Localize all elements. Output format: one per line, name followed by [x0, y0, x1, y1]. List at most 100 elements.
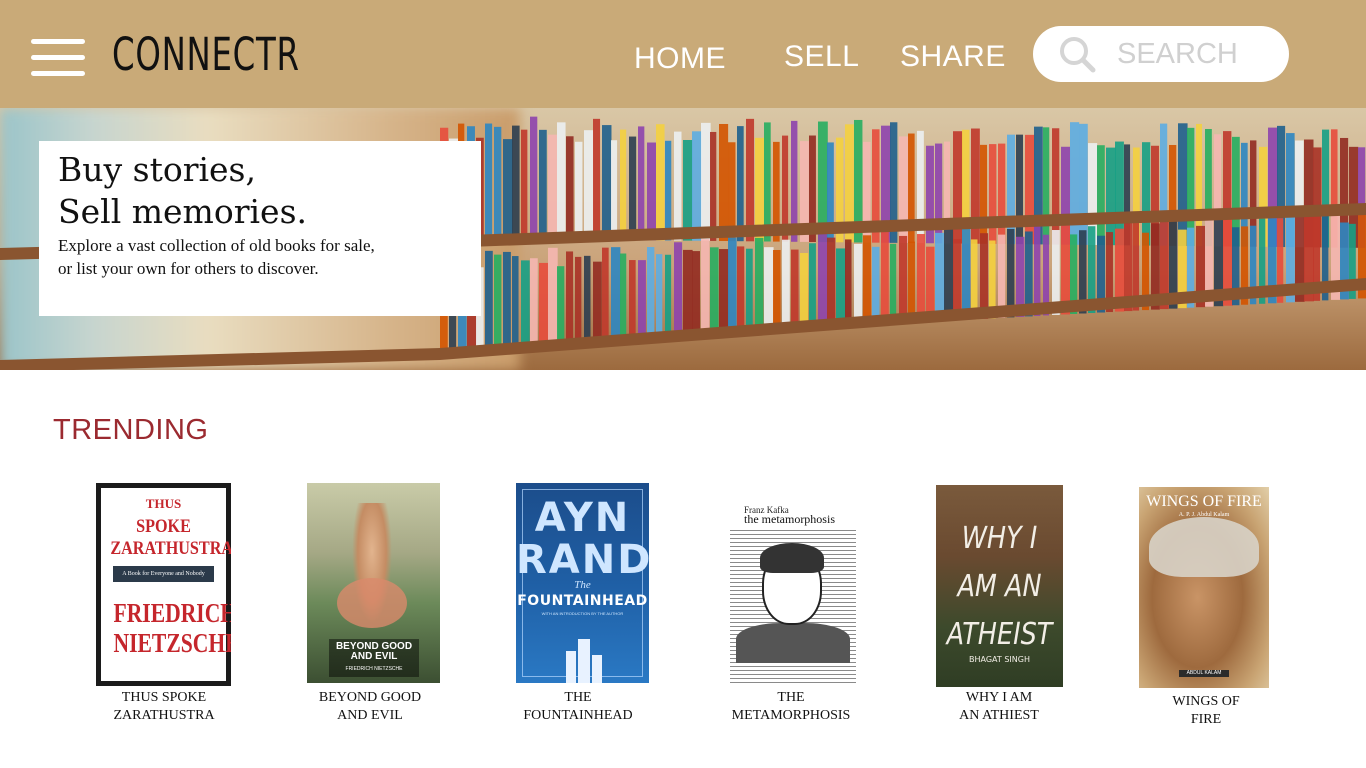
shelf-book — [620, 129, 627, 240]
book-cover-wings-of-fire[interactable]: WINGS OF FIRE A. P. J. Abdul Kalam ABDUL… — [1139, 487, 1269, 688]
search-box[interactable] — [1033, 26, 1289, 82]
shelf-book — [674, 131, 682, 241]
shelf-book — [764, 122, 771, 242]
shelf-book — [1034, 226, 1041, 316]
book-cover-beyond-good-and-evil[interactable]: BEYOND GOOD AND EVIL FRIEDRICH NIETZSCHE — [307, 483, 440, 683]
shelf-book — [1070, 122, 1080, 245]
shelf-book — [665, 140, 672, 241]
shelf-book — [503, 139, 513, 239]
book-title-label[interactable]: THUS SPOKE ZARATHUSTRA — [74, 689, 254, 725]
book-title-label[interactable]: WHY I AM AN ATHIEST — [909, 689, 1089, 725]
book-cover-thus-spoke-zarathustra[interactable]: THUS SPOKE ZARATHUSTRA A Book for Everyo… — [96, 483, 231, 686]
search-input[interactable] — [1117, 34, 1277, 74]
shelf-book — [1043, 127, 1050, 245]
shelf-book — [782, 239, 790, 330]
shelf-book — [917, 234, 925, 323]
cover-artwork-detail — [337, 578, 407, 628]
shelf-book — [584, 255, 591, 341]
trending-heading: TRENDING — [53, 414, 209, 446]
shelf-book — [719, 123, 729, 242]
cover-title: SPOKE ZARATHUSTRA — [110, 516, 231, 559]
shelf-book — [971, 239, 978, 320]
shelf-book — [863, 235, 872, 326]
shelf-book — [827, 237, 836, 328]
shelf-book — [791, 249, 799, 330]
shelf-book — [683, 139, 693, 241]
cover-title: WINGS OF FIRE — [1146, 493, 1262, 510]
shelf-book — [548, 247, 558, 343]
shelf-book — [530, 116, 538, 239]
shelf-book — [719, 249, 729, 333]
shelf-book — [647, 247, 655, 337]
shelf-book — [503, 251, 511, 345]
book-cover-the-fountainhead[interactable]: AYN RAND The FOUNTAINHEAD WITH AN INTROD… — [516, 483, 649, 683]
shelf-book — [539, 129, 547, 240]
cover-author: FRIEDRICH NIETZSCHE — [345, 666, 403, 672]
shelf-book — [737, 246, 745, 332]
shelf-book — [512, 256, 519, 345]
shelf-book — [485, 123, 493, 239]
shelf-book — [908, 241, 915, 323]
brand-logo[interactable]: CONNECTR — [112, 30, 300, 80]
shelf-book — [1007, 228, 1015, 318]
shelf-book — [989, 144, 997, 244]
shelf-book — [557, 122, 566, 240]
search-icon[interactable] — [1057, 34, 1097, 74]
menu-icon[interactable] — [31, 39, 85, 77]
cover-building — [592, 655, 602, 683]
book-title-label[interactable]: THE METAMORPHOSIS — [701, 689, 881, 725]
shelf-book — [953, 239, 962, 321]
shelf-book — [710, 131, 717, 241]
cover-building — [566, 651, 576, 683]
shelf-book — [1106, 147, 1116, 246]
cover-top-text: THUS — [145, 496, 182, 511]
cover-tagline: WITH AN INTRODUCTION BY THE AUTHOR — [541, 611, 624, 616]
cover-inner: THUS SPOKE ZARATHUSTRA A Book for Everyo… — [101, 488, 231, 681]
shelf-book — [980, 144, 988, 244]
nav-home-link[interactable]: HOME — [634, 42, 726, 76]
shelf-book — [701, 122, 711, 241]
shelf-book — [521, 129, 528, 239]
shelf-book — [890, 243, 897, 324]
cover-the: The — [574, 579, 591, 591]
shelf-book — [728, 237, 737, 333]
shelf-book — [962, 225, 971, 320]
shelf-book — [1178, 123, 1188, 246]
shelf-book — [836, 248, 846, 327]
shelf-book — [710, 247, 719, 334]
cover-tagline: A Book for Everyone and Nobody — [113, 566, 214, 582]
book-cover-the-metamorphosis[interactable]: Franz Kafka the metamorphosis — [730, 505, 856, 685]
shelf-book — [530, 258, 538, 344]
hero-subtitle: Explore a vast collection of old books f… — [58, 236, 375, 278]
cover-title: BEYOND GOOD AND EVIL — [335, 641, 413, 662]
shelf-book — [935, 232, 945, 322]
shelf-book — [521, 260, 530, 344]
hero-title: Buy stories, Sell memories. — [58, 150, 307, 231]
shelf-book — [566, 251, 574, 342]
shelf-book — [1097, 145, 1105, 246]
shelf-book — [566, 136, 574, 240]
book-cover-why-i-am-an-atheist[interactable]: WHY I AM AN ATHEIST BHAGAT SINGH — [936, 485, 1063, 687]
book-title-label[interactable]: THE FOUNTAINHEAD — [488, 689, 668, 725]
shelf-book — [881, 231, 889, 325]
shelf-book — [998, 143, 1006, 245]
shelf-book — [638, 126, 645, 241]
shelf-book — [854, 243, 863, 326]
shelf-book — [584, 130, 594, 240]
shelf-book — [494, 126, 502, 239]
cover-author: A. P. J. Abdul Kalam — [1178, 512, 1230, 518]
shelf-book — [755, 237, 764, 331]
shelf-book — [1052, 128, 1060, 245]
shelf-book — [1142, 142, 1151, 246]
shelf-book — [629, 136, 637, 241]
book-title-label[interactable]: WINGS OF FIRE — [1116, 693, 1296, 729]
nav-sell-link[interactable]: SELL — [784, 40, 859, 74]
cover-building — [578, 639, 590, 683]
shelf-book — [746, 118, 755, 242]
cover-title: the metamorphosis — [744, 512, 835, 526]
book-title-label[interactable]: BEYOND GOOD AND EVIL — [280, 689, 460, 725]
shelf-book — [1079, 123, 1088, 245]
shelf-book — [548, 134, 558, 240]
nav-share-link[interactable]: SHARE — [900, 40, 1006, 74]
shelf-book — [746, 248, 753, 332]
